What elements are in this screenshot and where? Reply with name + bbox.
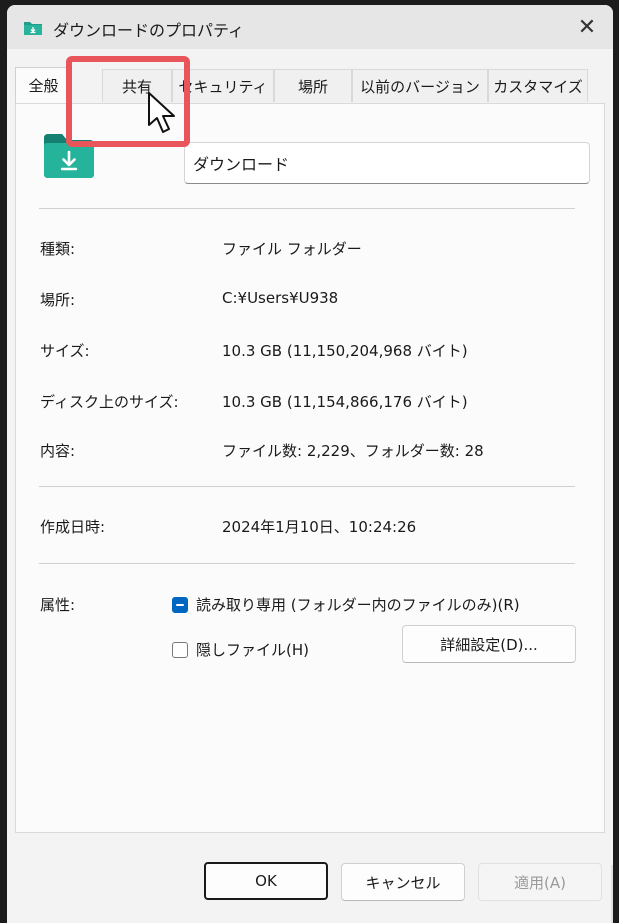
mouse-cursor-icon xyxy=(148,92,175,133)
separator xyxy=(39,563,575,564)
tab-location[interactable]: 場所 xyxy=(274,69,352,102)
window-title: ダウンロードのプロパティ xyxy=(53,21,245,40)
readonly-checkbox-label: 読み取り専用 (フォルダー内のファイルのみ)(R) xyxy=(196,596,520,614)
advanced-button[interactable]: 詳細設定(D)... xyxy=(402,625,576,663)
window-edge xyxy=(611,865,613,923)
close-icon: ✕ xyxy=(577,14,597,40)
size-on-disk-label: ディスク上のサイズ: xyxy=(40,393,179,411)
close-button[interactable]: ✕ xyxy=(573,13,601,41)
type-label: 種類: xyxy=(40,240,76,258)
unchecked-checkbox-icon xyxy=(172,641,188,658)
tab-customize[interactable]: カスタマイズ xyxy=(488,69,588,102)
folder-name-input[interactable] xyxy=(184,142,590,184)
size-value: 10.3 GB (11,150,204,968 バイト) xyxy=(222,342,468,360)
size-label: サイズ: xyxy=(40,342,90,360)
ok-button[interactable]: OK xyxy=(204,862,328,900)
created-value: 2024年1月10日、10:24:26 xyxy=(222,518,417,536)
title-bar[interactable]: ダウンロードのプロパティ ✕ xyxy=(7,5,613,49)
contains-value: ファイル数: 2,229、フォルダー数: 28 xyxy=(222,442,484,460)
size-on-disk-value: 10.3 GB (11,154,866,176 バイト) xyxy=(222,393,468,411)
location-label: 場所: xyxy=(40,291,76,309)
separator xyxy=(39,208,575,209)
apply-button: 適用(A) xyxy=(478,863,602,901)
tab-previous-versions[interactable]: 以前のバージョン xyxy=(352,69,488,102)
general-panel: 種類: ファイル フォルダー 場所: C:¥Users¥U938 サイズ: 10… xyxy=(15,103,605,833)
separator xyxy=(39,486,575,487)
attributes-label: 属性: xyxy=(40,596,76,614)
type-value: ファイル フォルダー xyxy=(222,240,362,258)
indeterminate-checkbox-icon xyxy=(172,596,188,613)
contains-label: 内容: xyxy=(40,442,76,460)
download-folder-icon xyxy=(24,22,42,35)
created-label: 作成日時: xyxy=(40,518,106,536)
readonly-checkbox[interactable]: 読み取り専用 (フォルダー内のファイルのみ)(R) xyxy=(172,594,520,615)
tab-general[interactable]: 全般 xyxy=(15,67,72,103)
location-value: C:¥Users¥U938 xyxy=(222,289,339,307)
hidden-checkbox[interactable]: 隠しファイル(H) xyxy=(172,639,309,660)
cancel-button[interactable]: キャンセル xyxy=(341,863,465,901)
hidden-checkbox-label: 隠しファイル(H) xyxy=(196,641,309,659)
